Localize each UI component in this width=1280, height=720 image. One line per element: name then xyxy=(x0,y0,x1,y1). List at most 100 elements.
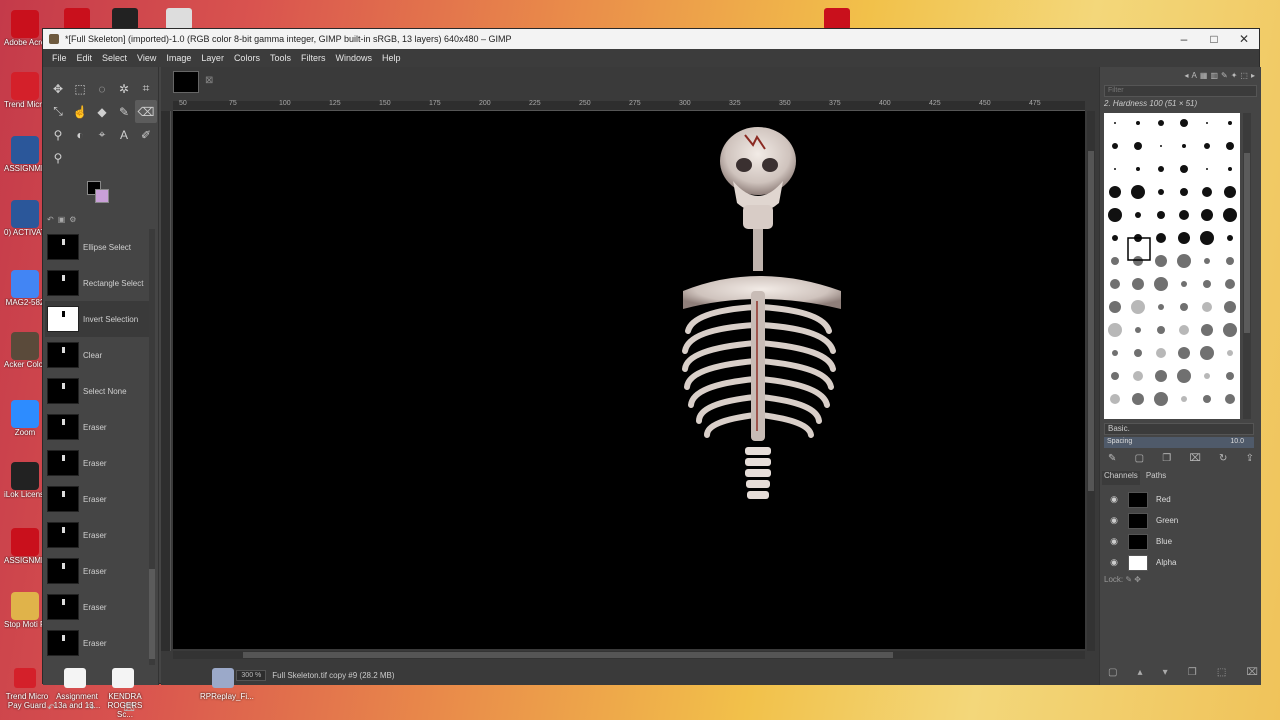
history-item[interactable]: Clear xyxy=(45,337,155,373)
brush-thumbnail[interactable] xyxy=(1201,324,1213,336)
selection-tab-icon[interactable]: ⬚ xyxy=(1240,71,1248,81)
zoom-select[interactable]: 300 % xyxy=(236,669,267,681)
channel-row[interactable]: ◉ Green xyxy=(1102,510,1260,531)
brush-thumbnail[interactable] xyxy=(1158,120,1164,126)
brush-thumbnail[interactable] xyxy=(1180,119,1188,127)
visibility-eye-icon[interactable]: ◉ xyxy=(1106,536,1122,547)
brush-thumbnail[interactable] xyxy=(1134,349,1142,357)
image-canvas[interactable] xyxy=(173,111,1085,649)
brush-thumbnail[interactable] xyxy=(1203,395,1211,403)
tab-channels[interactable]: Channels xyxy=(1102,471,1140,485)
dodge-tool-icon[interactable]: ◐ xyxy=(69,123,91,146)
brush-thumbnail[interactable] xyxy=(1202,302,1212,312)
paths-tool-icon[interactable]: ⌖ xyxy=(91,123,113,146)
brush-thumbnail[interactable] xyxy=(1114,168,1116,170)
patterns-tab-icon[interactable]: ▦ xyxy=(1200,71,1208,81)
brush-thumbnail[interactable] xyxy=(1108,323,1122,337)
device-status-tab-icon[interactable]: ⚙ xyxy=(69,215,76,227)
brush-thumbnail[interactable] xyxy=(1206,122,1208,124)
history-item[interactable]: Eraser xyxy=(45,409,155,445)
desktop-icon[interactable]: Trend Micro Maximum xyxy=(4,72,46,109)
history-item[interactable]: Eraser xyxy=(45,553,155,589)
brush-thumbnail[interactable] xyxy=(1157,211,1165,219)
brush-thumbnail[interactable] xyxy=(1225,394,1235,404)
menu-edit[interactable]: Edit xyxy=(72,53,98,63)
desktop-icon[interactable]: Zoom xyxy=(4,400,46,437)
menu-filters[interactable]: Filters xyxy=(296,53,331,63)
brush-thumbnail[interactable] xyxy=(1158,166,1164,172)
brush-thumbnail[interactable] xyxy=(1226,372,1234,380)
paintbrush-tool-icon[interactable]: ✎ xyxy=(113,100,135,123)
brush-thumbnail[interactable] xyxy=(1223,208,1237,222)
brush-thumbnail[interactable] xyxy=(1111,257,1119,265)
paths-tab-icon[interactable]: ✦ xyxy=(1231,71,1238,81)
new-brush-icon[interactable]: ▢ xyxy=(1135,453,1144,464)
brush-thumbnail[interactable] xyxy=(1133,256,1143,266)
vertical-scrollbar[interactable] xyxy=(1087,111,1095,651)
brush-thumbnail[interactable] xyxy=(1228,167,1232,171)
document-icon[interactable] xyxy=(64,668,86,688)
video-icon[interactable] xyxy=(212,668,234,688)
brush-thumbnail[interactable] xyxy=(1155,370,1167,382)
delete-brush-icon[interactable]: ⌧ xyxy=(1189,453,1201,464)
menu-view[interactable]: View xyxy=(132,53,161,63)
brush-thumbnail[interactable] xyxy=(1177,254,1191,268)
menu-select[interactable]: Select xyxy=(97,53,132,63)
brush-thumbnail[interactable] xyxy=(1114,122,1116,124)
brush-thumbnail[interactable] xyxy=(1112,350,1118,356)
brush-thumbnail[interactable] xyxy=(1204,258,1210,264)
desktop-icon[interactable]: iLok License Manager xyxy=(4,462,46,499)
brush-thumbnail[interactable] xyxy=(1154,277,1168,291)
brush-thumbnail[interactable] xyxy=(1204,373,1210,379)
background-color[interactable] xyxy=(95,189,109,203)
brush-thumbnail[interactable] xyxy=(1225,279,1235,289)
lasso-tool-icon[interactable]: ◌ xyxy=(91,77,113,100)
edit-brush-icon[interactable]: ✎ xyxy=(1108,453,1116,464)
brush-thumbnail[interactable] xyxy=(1181,396,1187,402)
history-item[interactable]: Rectangle Select xyxy=(45,265,155,301)
brush-thumbnail[interactable] xyxy=(1224,301,1236,313)
brush-thumbnail[interactable] xyxy=(1160,145,1162,147)
fonts-tab-icon[interactable]: A xyxy=(1192,71,1197,81)
history-item[interactable]: Eraser xyxy=(45,445,155,481)
brush-thumbnail[interactable] xyxy=(1227,350,1233,356)
menu-colors[interactable]: Colors xyxy=(229,53,265,63)
desktop-icon[interactable]: 0) ACTIVATIO xyxy=(4,200,46,237)
eraser-tool-icon[interactable]: ⌫ xyxy=(135,100,157,123)
open-brush-icon[interactable]: ⇪ xyxy=(1246,453,1254,464)
menu-image[interactable]: Image xyxy=(161,53,196,63)
brush-thumbnails[interactable] xyxy=(1104,113,1240,419)
menu-layer[interactable]: Layer xyxy=(196,53,229,63)
brush-thumbnail[interactable] xyxy=(1156,348,1166,358)
move-tool-icon[interactable]: ✥ xyxy=(47,77,69,100)
brush-thumbnail[interactable] xyxy=(1136,121,1140,125)
brush-filter-field[interactable]: Filter xyxy=(1104,85,1257,97)
menu-windows[interactable]: Windows xyxy=(330,53,377,63)
brush-thumbnail[interactable] xyxy=(1179,210,1189,220)
close-button[interactable]: ✕ xyxy=(1229,32,1259,46)
history-item[interactable]: Eraser xyxy=(45,517,155,553)
brush-thumbnail[interactable] xyxy=(1135,212,1141,218)
history-item[interactable]: Eraser xyxy=(45,625,155,661)
brush-thumbnail[interactable] xyxy=(1180,303,1188,311)
trend-micro-icon[interactable] xyxy=(14,668,36,688)
channel-to-selection-icon[interactable]: ⬚ xyxy=(1217,667,1226,678)
brush-preset-select[interactable]: Basic. xyxy=(1104,423,1254,435)
desktop-top-icon-pdf-2[interactable] xyxy=(824,8,850,30)
lower-channel-icon[interactable]: ▾ xyxy=(1163,667,1168,678)
channel-row[interactable]: ◉ Alpha xyxy=(1102,552,1260,573)
brush-thumbnail[interactable] xyxy=(1109,301,1121,313)
history-scrollbar[interactable] xyxy=(149,229,155,665)
brush-thumbnail[interactable] xyxy=(1181,281,1187,287)
brush-thumbnail[interactable] xyxy=(1204,143,1210,149)
desktop-icon[interactable]: ASSIGNME 12 - The W xyxy=(4,528,46,565)
horizontal-scrollbar[interactable] xyxy=(173,651,1085,659)
brush-thumbnail[interactable] xyxy=(1202,187,1212,197)
minimize-button[interactable]: – xyxy=(1169,32,1199,46)
duplicate-brush-icon[interactable]: ❐ xyxy=(1162,453,1171,464)
visibility-eye-icon[interactable]: ◉ xyxy=(1106,494,1122,505)
brush-thumbnail[interactable] xyxy=(1112,235,1118,241)
brush-thumbnail[interactable] xyxy=(1203,280,1211,288)
undo-history-tab-icon[interactable]: ↶ xyxy=(47,215,54,227)
horizontal-ruler[interactable]: 50 75 100 125 150 175 200 225 250 275 300 325 350 375… xyxy=(173,100,1085,111)
